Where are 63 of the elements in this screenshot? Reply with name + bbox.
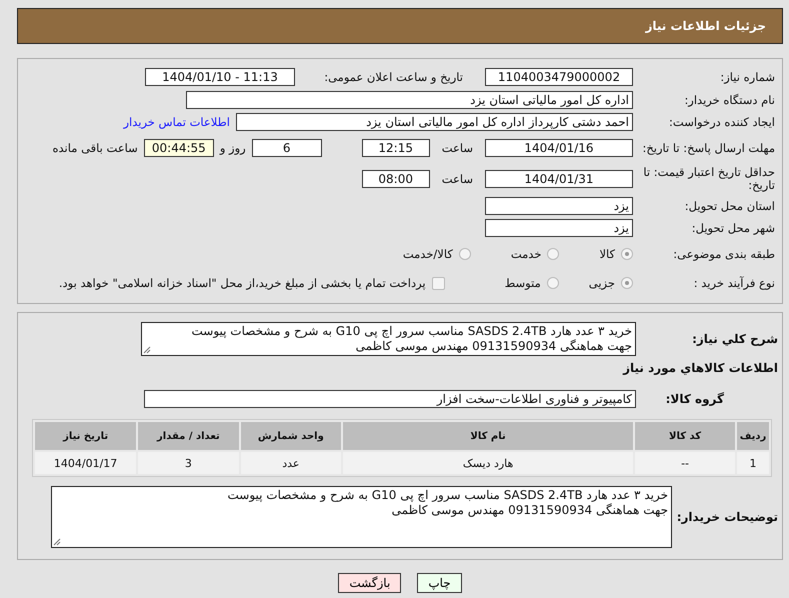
contact-link[interactable]: اطلاعات تماس خریدار — [123, 115, 230, 129]
field-label: روز و — [220, 141, 246, 155]
buyer-org-field: اداره کل امور مالیاتی استان یزد — [186, 91, 633, 109]
field-label: نام دستگاه خریدار: — [683, 94, 776, 106]
column-header: نام کالا — [343, 422, 634, 450]
announce-date-field: 1404/01/10 - 11:13 — [145, 68, 295, 86]
buyer-notes-field: خرید ۳ عدد هارد SASDS 2.4TB مناسب سرور اچ پی G10 به شرح و مشخصات پیوست جهت هماهنگی 09131590934 مهندس موسی کاظمی — [51, 486, 672, 548]
goods-group-field: کامپیوتر و فناوری اطلاعات-سخت افزار — [144, 390, 636, 408]
field-label: ساعت باقی مانده — [52, 141, 138, 155]
checkbox[interactable] — [432, 276, 445, 290]
field-label: شماره نیاز: — [719, 70, 776, 84]
radio-label: کالا/خدمت — [402, 247, 453, 261]
field-label: حداقل تاریخ اعتبار قیمت: تا تاریخ: — [642, 166, 776, 192]
validity-time-field: 08:00 — [362, 170, 430, 188]
validity-date-field: 1404/01/31 — [485, 170, 633, 188]
field-label: نوع فرآیند خرید : — [692, 276, 776, 290]
resize-grip-icon — [143, 346, 151, 354]
city-field: یزد — [485, 219, 633, 237]
deadline-date-field: 1404/01/16 — [485, 139, 633, 157]
requester-field: احمد دشتی کارپرداز اداره کل امور مالیاتی استان یزد — [236, 113, 633, 131]
field-label: ساعت — [442, 172, 473, 186]
table-cell: هارد دیسک — [343, 452, 634, 474]
table-cell: 3 — [138, 452, 239, 474]
remaining-time-field: 00:44:55 — [144, 139, 214, 157]
deadline-time-field: 12:15 — [362, 139, 430, 157]
column-header: تاریخ نیاز — [35, 422, 136, 450]
radio-label: خدمت — [510, 247, 542, 261]
field-label: استان محل تحویل: — [684, 200, 776, 212]
column-header: کد کالا — [635, 422, 736, 450]
field-label: توضیحات خریدار: — [676, 510, 779, 524]
radio-button[interactable] — [621, 277, 633, 289]
column-header: واحد شمارش — [240, 422, 342, 450]
need-number-field: 1104003479000002 — [485, 68, 633, 86]
field-label: گروه کالا: — [664, 392, 725, 406]
radio-label: متوسط — [504, 276, 541, 290]
field-label: شرح کلي نياز: — [691, 332, 779, 346]
field-label: تاریخ و ساعت اعلان عمومی: — [323, 70, 464, 84]
resize-grip-icon — [53, 538, 61, 546]
column-header: ردیف — [737, 422, 769, 450]
section-heading: اطلاعات کالاهاي مورد نياز — [623, 361, 779, 375]
field-label: ساعت — [442, 141, 473, 155]
days-field: 6 — [252, 139, 322, 157]
back-button[interactable]: بازگشت — [338, 573, 402, 593]
table-cell: عدد — [240, 452, 342, 474]
description-field: خرید ۳ عدد هارد SASDS 2.4TB مناسب سرور اچ پی G10 به شرح و مشخصات پیوست جهت هماهنگی 09131590934 مهندس موسی کاظمی — [141, 322, 636, 356]
radio-button[interactable] — [547, 248, 560, 260]
table-cell: 1404/01/17 — [35, 452, 136, 474]
page-title: جزئیات اطلاعات نیاز — [645, 19, 766, 33]
checkbox-label: پرداخت تمام یا بخشی از مبلغ خرید،از محل "اسناد خزانه اسلامی" خواهد بود. — [58, 276, 426, 290]
field-label: طبقه بندی موضوعی: — [672, 248, 776, 260]
field-label: مهلت ارسال پاسخ: تا تاریخ: — [641, 142, 776, 154]
column-header: تعداد / مقدار — [138, 422, 239, 450]
radio-button[interactable] — [458, 248, 471, 260]
table-cell: -- — [635, 452, 736, 474]
radio-button[interactable] — [621, 248, 633, 260]
table-cell: 1 — [737, 452, 769, 474]
radio-label: کالا — [599, 247, 615, 261]
radio-label: جزیی — [588, 276, 615, 290]
province-field: یزد — [485, 197, 633, 215]
field-label: شهر محل تحویل: — [690, 222, 776, 234]
field-label: ایجاد کننده درخواست: — [668, 116, 776, 128]
radio-button[interactable] — [546, 277, 559, 289]
print-button[interactable]: چاپ — [417, 573, 462, 593]
